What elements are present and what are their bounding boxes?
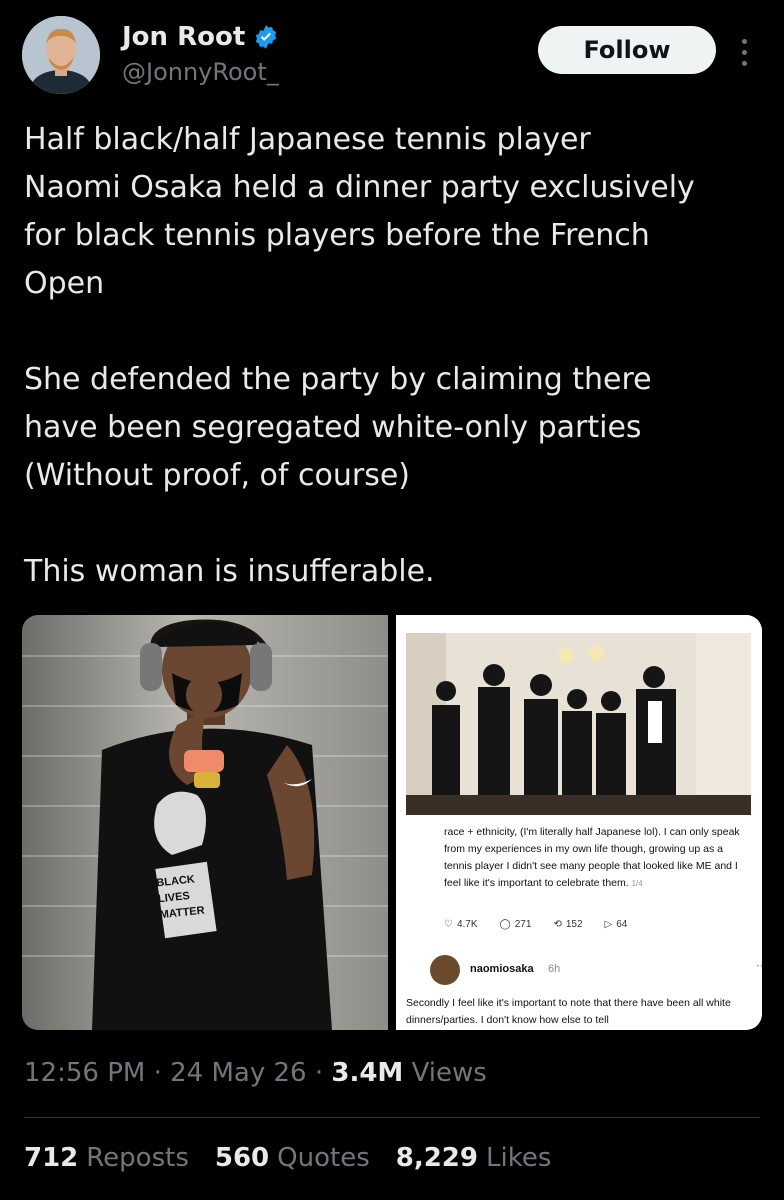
- screenshot-reply-header: naomiosaka 6h ···: [430, 951, 762, 991]
- screenshot-post-body: race + ethnicity, (I'm literally half Ja…: [444, 826, 740, 889]
- share-icon: ▷: [604, 919, 613, 930]
- author-name[interactable]: Jon Root: [122, 22, 245, 52]
- screenshot-stats: ♡ 4.7K ◯ 271 ⟲ 152 ▷ 64: [444, 919, 627, 930]
- media-grid: BLACK LIVES MATTER race + ethnicity, (I'…: [22, 615, 762, 1030]
- group-photo: [396, 615, 762, 820]
- shirt-graphic-text: BLACK LIVES MATTER: [156, 871, 206, 923]
- reposts-count: 152: [565, 919, 583, 930]
- reply-icon: ◯: [499, 919, 511, 930]
- reply-time: 6h: [548, 963, 561, 975]
- author-handle[interactable]: @JonnyRoot_: [122, 58, 279, 86]
- author-name-row: Jon Root: [122, 22, 279, 52]
- replies-count: 271: [514, 919, 532, 930]
- thread-marker: 1/4: [631, 879, 643, 888]
- screenshot-post-text: race + ethnicity, (I'm literally half Ja…: [444, 824, 744, 892]
- engagement-counts: 712 Reposts 560 Quotes 8,229 Likes: [24, 1143, 551, 1173]
- quotes-count: 560: [214, 1143, 270, 1173]
- author-avatar[interactable]: [22, 16, 100, 94]
- follow-button[interactable]: Follow: [538, 26, 716, 74]
- media-photo-left[interactable]: BLACK LIVES MATTER: [22, 615, 388, 1030]
- player-illustration: [92, 619, 332, 1030]
- likes-count: 8,229: [395, 1143, 478, 1173]
- reposts-label: Reposts: [86, 1143, 189, 1173]
- divider: [24, 1117, 760, 1118]
- tweet-text: Half black/half Japanese tennis player N…: [24, 122, 695, 589]
- tweet-meta: 12:56 PM · 24 May 26 · 3.4M Views: [24, 1058, 487, 1088]
- likes-label: Likes: [486, 1143, 552, 1173]
- avatar-image: [22, 16, 100, 94]
- more-vertical-icon[interactable]: [732, 30, 756, 74]
- tweet-header: Jon Root @JonnyRoot_ Follow: [22, 16, 762, 96]
- likes-link[interactable]: 8,229 Likes: [396, 1143, 552, 1173]
- tweet-date[interactable]: 24 May 26: [170, 1058, 306, 1088]
- meta-separator: ·: [153, 1058, 162, 1088]
- shares-count: 64: [616, 919, 628, 930]
- tweet-time[interactable]: 12:56 PM: [24, 1058, 145, 1088]
- quotes-link[interactable]: 560 Quotes: [215, 1143, 370, 1173]
- meta-separator: ·: [314, 1058, 324, 1088]
- media-screenshot-right[interactable]: race + ethnicity, (I'm literally half Ja…: [396, 615, 762, 1030]
- likes-count: 4.7K: [456, 919, 478, 930]
- screenshot-reply-text: Secondly I feel like it's important to n…: [406, 997, 731, 1026]
- quotes-label: Quotes: [277, 1143, 370, 1173]
- ellipsis-icon: ···: [756, 959, 762, 973]
- repost-icon: ⟲: [553, 919, 562, 930]
- reposts-count: 712: [24, 1143, 79, 1173]
- views-label: Views: [411, 1058, 487, 1088]
- verified-badge-icon: [256, 25, 277, 49]
- reply-avatar: [430, 955, 460, 985]
- reposts-link[interactable]: 712 Reposts: [24, 1143, 189, 1173]
- reply-author: naomiosaka: [470, 963, 534, 975]
- heart-icon: ♡: [444, 919, 453, 930]
- views-count: 3.4M: [331, 1058, 404, 1088]
